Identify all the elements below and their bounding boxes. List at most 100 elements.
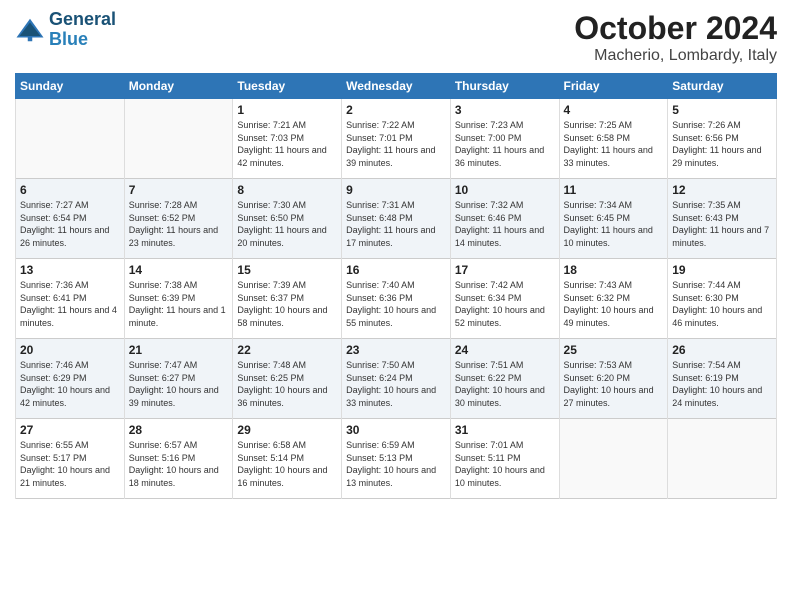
header-day: Tuesday	[233, 74, 342, 99]
day-number: 21	[129, 343, 229, 357]
header-day: Saturday	[668, 74, 777, 99]
calendar-cell: 31 Sunrise: 7:01 AMSunset: 5:11 PMDaylig…	[450, 419, 559, 499]
day-detail: Sunrise: 7:40 AMSunset: 6:36 PMDaylight:…	[346, 280, 436, 328]
calendar-cell: 12 Sunrise: 7:35 AMSunset: 6:43 PMDaylig…	[668, 179, 777, 259]
calendar-cell: 7 Sunrise: 7:28 AMSunset: 6:52 PMDayligh…	[124, 179, 233, 259]
day-detail: Sunrise: 7:42 AMSunset: 6:34 PMDaylight:…	[455, 280, 545, 328]
day-number: 2	[346, 103, 446, 117]
calendar-cell: 9 Sunrise: 7:31 AMSunset: 6:48 PMDayligh…	[342, 179, 451, 259]
day-detail: Sunrise: 7:26 AMSunset: 6:56 PMDaylight:…	[672, 120, 761, 168]
day-number: 28	[129, 423, 229, 437]
day-number: 5	[672, 103, 772, 117]
day-detail: Sunrise: 7:25 AMSunset: 6:58 PMDaylight:…	[564, 120, 653, 168]
logo: General Blue	[15, 10, 116, 50]
calendar-cell	[16, 99, 125, 179]
day-number: 23	[346, 343, 446, 357]
day-number: 15	[237, 263, 337, 277]
day-number: 29	[237, 423, 337, 437]
header-day: Friday	[559, 74, 668, 99]
day-detail: Sunrise: 7:43 AMSunset: 6:32 PMDaylight:…	[564, 280, 654, 328]
logo-line2: Blue	[49, 30, 116, 50]
day-number: 30	[346, 423, 446, 437]
day-detail: Sunrise: 7:53 AMSunset: 6:20 PMDaylight:…	[564, 360, 654, 408]
calendar-cell	[668, 419, 777, 499]
day-detail: Sunrise: 7:44 AMSunset: 6:30 PMDaylight:…	[672, 280, 762, 328]
day-detail: Sunrise: 7:22 AMSunset: 7:01 PMDaylight:…	[346, 120, 435, 168]
header-day: Wednesday	[342, 74, 451, 99]
day-detail: Sunrise: 7:32 AMSunset: 6:46 PMDaylight:…	[455, 200, 544, 248]
day-detail: Sunrise: 7:30 AMSunset: 6:50 PMDaylight:…	[237, 200, 326, 248]
day-number: 31	[455, 423, 555, 437]
calendar-cell: 25 Sunrise: 7:53 AMSunset: 6:20 PMDaylig…	[559, 339, 668, 419]
day-number: 19	[672, 263, 772, 277]
calendar-cell: 17 Sunrise: 7:42 AMSunset: 6:34 PMDaylig…	[450, 259, 559, 339]
day-detail: Sunrise: 7:31 AMSunset: 6:48 PMDaylight:…	[346, 200, 435, 248]
calendar-cell: 21 Sunrise: 7:47 AMSunset: 6:27 PMDaylig…	[124, 339, 233, 419]
day-number: 7	[129, 183, 229, 197]
calendar-cell: 16 Sunrise: 7:40 AMSunset: 6:36 PMDaylig…	[342, 259, 451, 339]
header-row: SundayMondayTuesdayWednesdayThursdayFrid…	[16, 74, 777, 99]
day-detail: Sunrise: 7:39 AMSunset: 6:37 PMDaylight:…	[237, 280, 327, 328]
day-detail: Sunrise: 7:51 AMSunset: 6:22 PMDaylight:…	[455, 360, 545, 408]
logo-line1: General	[49, 10, 116, 30]
day-number: 20	[20, 343, 120, 357]
logo-icon	[15, 15, 45, 45]
day-detail: Sunrise: 7:50 AMSunset: 6:24 PMDaylight:…	[346, 360, 436, 408]
calendar-week: 27 Sunrise: 6:55 AMSunset: 5:17 PMDaylig…	[16, 419, 777, 499]
calendar-cell: 4 Sunrise: 7:25 AMSunset: 6:58 PMDayligh…	[559, 99, 668, 179]
day-number: 26	[672, 343, 772, 357]
day-number: 3	[455, 103, 555, 117]
day-number: 18	[564, 263, 664, 277]
day-detail: Sunrise: 7:36 AMSunset: 6:41 PMDaylight:…	[20, 280, 117, 328]
day-number: 8	[237, 183, 337, 197]
title-block: October 2024 Macherio, Lombardy, Italy	[574, 10, 777, 65]
day-detail: Sunrise: 7:47 AMSunset: 6:27 PMDaylight:…	[129, 360, 219, 408]
day-detail: Sunrise: 6:55 AMSunset: 5:17 PMDaylight:…	[20, 440, 110, 488]
header-day: Monday	[124, 74, 233, 99]
day-detail: Sunrise: 7:35 AMSunset: 6:43 PMDaylight:…	[672, 200, 769, 248]
calendar-table: SundayMondayTuesdayWednesdayThursdayFrid…	[15, 73, 777, 499]
day-number: 10	[455, 183, 555, 197]
day-detail: Sunrise: 7:28 AMSunset: 6:52 PMDaylight:…	[129, 200, 218, 248]
day-number: 9	[346, 183, 446, 197]
calendar-cell: 30 Sunrise: 6:59 AMSunset: 5:13 PMDaylig…	[342, 419, 451, 499]
day-detail: Sunrise: 6:58 AMSunset: 5:14 PMDaylight:…	[237, 440, 327, 488]
calendar-cell: 3 Sunrise: 7:23 AMSunset: 7:00 PMDayligh…	[450, 99, 559, 179]
calendar-cell: 11 Sunrise: 7:34 AMSunset: 6:45 PMDaylig…	[559, 179, 668, 259]
day-detail: Sunrise: 7:23 AMSunset: 7:00 PMDaylight:…	[455, 120, 544, 168]
calendar-cell: 27 Sunrise: 6:55 AMSunset: 5:17 PMDaylig…	[16, 419, 125, 499]
month-title: October 2024	[574, 10, 777, 47]
location: Macherio, Lombardy, Italy	[574, 47, 777, 65]
day-detail: Sunrise: 7:54 AMSunset: 6:19 PMDaylight:…	[672, 360, 762, 408]
calendar-cell: 15 Sunrise: 7:39 AMSunset: 6:37 PMDaylig…	[233, 259, 342, 339]
day-detail: Sunrise: 7:27 AMSunset: 6:54 PMDaylight:…	[20, 200, 109, 248]
day-number: 13	[20, 263, 120, 277]
calendar-cell: 10 Sunrise: 7:32 AMSunset: 6:46 PMDaylig…	[450, 179, 559, 259]
calendar-cell: 28 Sunrise: 6:57 AMSunset: 5:16 PMDaylig…	[124, 419, 233, 499]
day-number: 24	[455, 343, 555, 357]
day-number: 27	[20, 423, 120, 437]
calendar-cell: 20 Sunrise: 7:46 AMSunset: 6:29 PMDaylig…	[16, 339, 125, 419]
day-number: 17	[455, 263, 555, 277]
day-number: 14	[129, 263, 229, 277]
day-number: 22	[237, 343, 337, 357]
day-number: 6	[20, 183, 120, 197]
day-detail: Sunrise: 7:48 AMSunset: 6:25 PMDaylight:…	[237, 360, 327, 408]
calendar-cell	[559, 419, 668, 499]
header-day: Sunday	[16, 74, 125, 99]
calendar-week: 20 Sunrise: 7:46 AMSunset: 6:29 PMDaylig…	[16, 339, 777, 419]
day-detail: Sunrise: 7:34 AMSunset: 6:45 PMDaylight:…	[564, 200, 653, 248]
calendar-week: 6 Sunrise: 7:27 AMSunset: 6:54 PMDayligh…	[16, 179, 777, 259]
calendar-cell: 22 Sunrise: 7:48 AMSunset: 6:25 PMDaylig…	[233, 339, 342, 419]
calendar-cell: 19 Sunrise: 7:44 AMSunset: 6:30 PMDaylig…	[668, 259, 777, 339]
day-number: 12	[672, 183, 772, 197]
calendar-cell: 29 Sunrise: 6:58 AMSunset: 5:14 PMDaylig…	[233, 419, 342, 499]
day-detail: Sunrise: 7:21 AMSunset: 7:03 PMDaylight:…	[237, 120, 326, 168]
calendar-cell: 14 Sunrise: 7:38 AMSunset: 6:39 PMDaylig…	[124, 259, 233, 339]
day-detail: Sunrise: 7:38 AMSunset: 6:39 PMDaylight:…	[129, 280, 226, 328]
day-number: 1	[237, 103, 337, 117]
calendar-cell: 23 Sunrise: 7:50 AMSunset: 6:24 PMDaylig…	[342, 339, 451, 419]
calendar-cell: 13 Sunrise: 7:36 AMSunset: 6:41 PMDaylig…	[16, 259, 125, 339]
calendar-cell: 1 Sunrise: 7:21 AMSunset: 7:03 PMDayligh…	[233, 99, 342, 179]
header-day: Thursday	[450, 74, 559, 99]
